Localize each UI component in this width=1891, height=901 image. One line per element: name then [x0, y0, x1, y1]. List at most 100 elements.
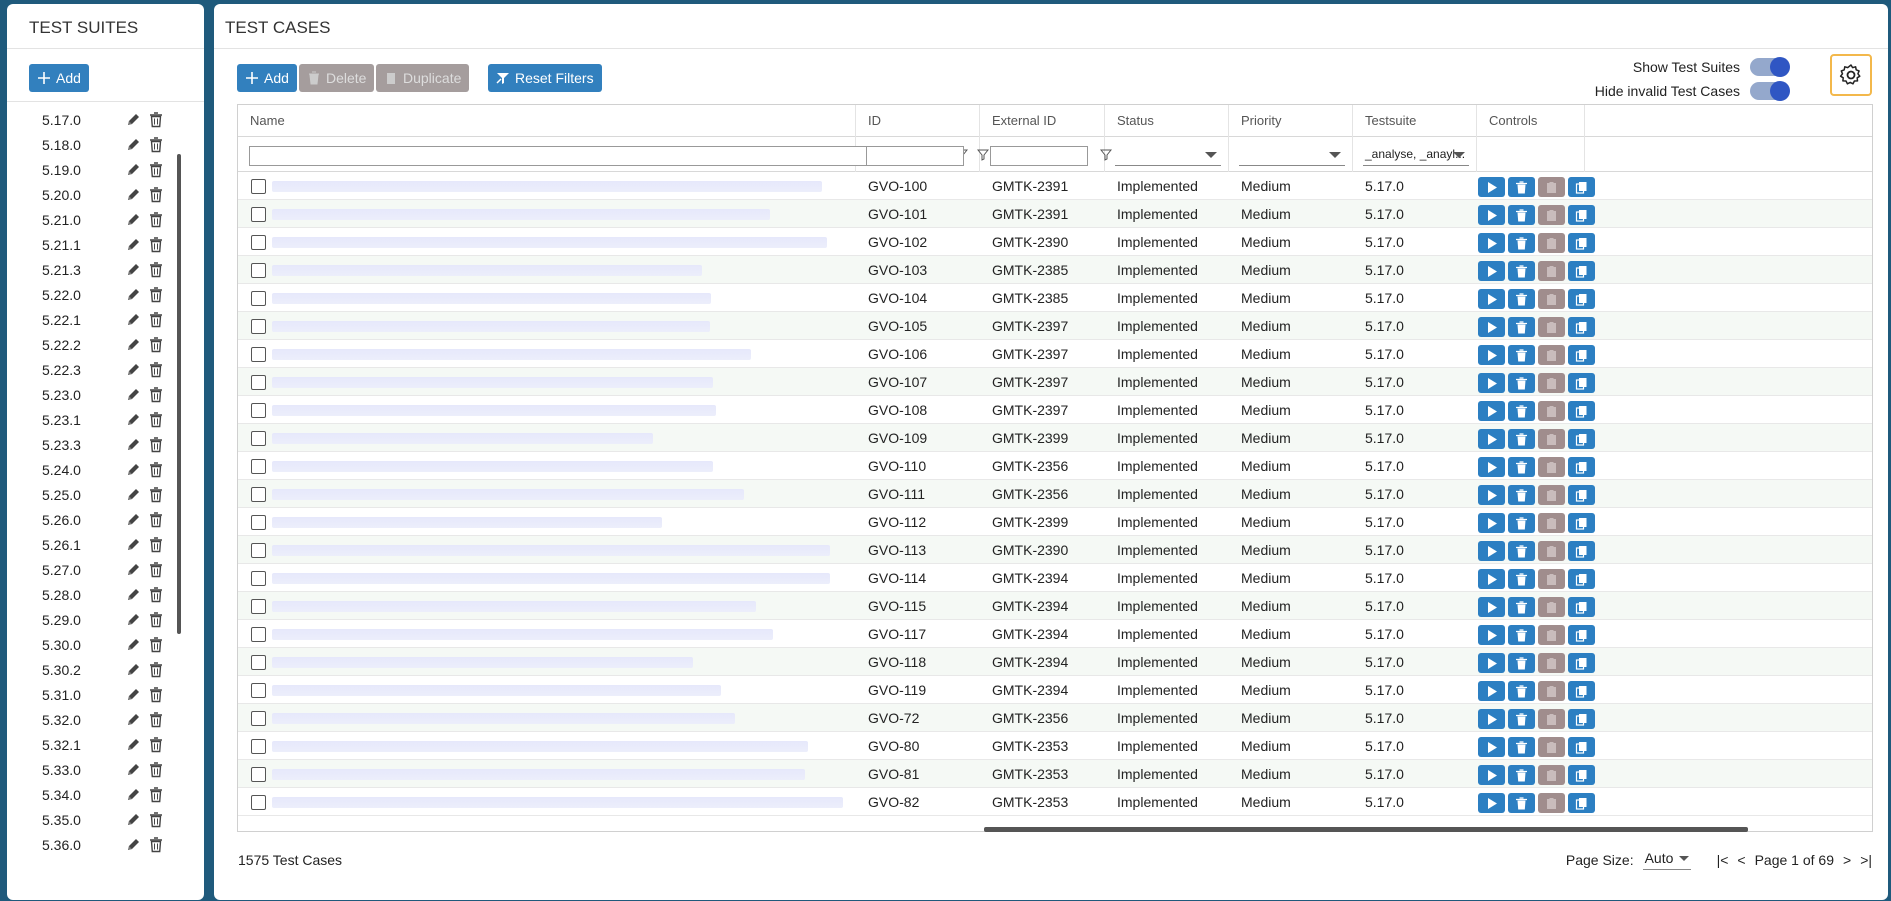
- copy-row-button[interactable]: [1568, 345, 1595, 365]
- suite-list-item[interactable]: 5.35.0: [7, 807, 204, 832]
- table-row[interactable]: GVO-106 GMTK-2397 Implemented Medium 5.17.0: [238, 340, 1872, 368]
- trash-icon[interactable]: [149, 312, 163, 328]
- pencil-icon[interactable]: [125, 287, 141, 303]
- copy-row-button[interactable]: [1568, 709, 1595, 729]
- reset-filters-button[interactable]: Reset Filters: [488, 64, 602, 92]
- table-row[interactable]: GVO-110 GMTK-2356 Implemented Medium 5.17.0: [238, 452, 1872, 480]
- paste-row-button[interactable]: [1538, 513, 1565, 533]
- add-case-button[interactable]: Add: [237, 64, 297, 92]
- trash-icon[interactable]: [149, 212, 163, 228]
- pencil-icon[interactable]: [125, 612, 141, 628]
- trash-icon[interactable]: [149, 762, 163, 778]
- copy-row-button[interactable]: [1568, 765, 1595, 785]
- table-row[interactable]: GVO-115 GMTK-2394 Implemented Medium 5.17.0: [238, 592, 1872, 620]
- run-button[interactable]: [1478, 373, 1505, 393]
- table-row[interactable]: GVO-119 GMTK-2394 Implemented Medium 5.17.0: [238, 676, 1872, 704]
- suite-list-item[interactable]: 5.21.3: [7, 257, 204, 282]
- suite-list-item[interactable]: 5.32.0: [7, 707, 204, 732]
- suite-list-item[interactable]: 5.28.0: [7, 582, 204, 607]
- pencil-icon[interactable]: [125, 437, 141, 453]
- pencil-icon[interactable]: [125, 562, 141, 578]
- pencil-icon[interactable]: [125, 487, 141, 503]
- pencil-icon[interactable]: [125, 687, 141, 703]
- run-button[interactable]: [1478, 429, 1505, 449]
- row-checkbox[interactable]: [251, 711, 266, 726]
- paste-row-button[interactable]: [1538, 541, 1565, 561]
- run-button[interactable]: [1478, 345, 1505, 365]
- external-id-filter-input[interactable]: [990, 146, 1088, 166]
- trash-icon[interactable]: [149, 787, 163, 803]
- suite-list-item[interactable]: 5.22.1: [7, 307, 204, 332]
- page-size-select[interactable]: Auto: [1642, 850, 1691, 870]
- table-row[interactable]: GVO-103 GMTK-2385 Implemented Medium 5.17.0: [238, 256, 1872, 284]
- suite-list-item[interactable]: 5.26.0: [7, 507, 204, 532]
- delete-row-button[interactable]: [1508, 569, 1535, 589]
- delete-row-button[interactable]: [1508, 205, 1535, 225]
- trash-icon[interactable]: [149, 662, 163, 678]
- trash-icon[interactable]: [149, 587, 163, 603]
- trash-icon[interactable]: [149, 687, 163, 703]
- run-button[interactable]: [1478, 737, 1505, 757]
- table-row[interactable]: GVO-72 GMTK-2356 Implemented Medium 5.17.0: [238, 704, 1872, 732]
- pencil-icon[interactable]: [125, 712, 141, 728]
- run-button[interactable]: [1478, 793, 1505, 813]
- trash-icon[interactable]: [149, 837, 163, 853]
- run-button[interactable]: [1478, 261, 1505, 281]
- table-row[interactable]: GVO-100 GMTK-2391 Implemented Medium 5.17.0: [238, 172, 1872, 200]
- pencil-icon[interactable]: [125, 212, 141, 228]
- trash-icon[interactable]: [149, 737, 163, 753]
- paste-row-button[interactable]: [1538, 737, 1565, 757]
- row-checkbox[interactable]: [251, 487, 266, 502]
- column-header-priority[interactable]: Priority: [1229, 105, 1353, 137]
- trash-icon[interactable]: [149, 612, 163, 628]
- row-checkbox[interactable]: [251, 795, 266, 810]
- paste-row-button[interactable]: [1538, 597, 1565, 617]
- column-header-name[interactable]: Name: [238, 105, 856, 137]
- paste-row-button[interactable]: [1538, 793, 1565, 813]
- paste-row-button[interactable]: [1538, 373, 1565, 393]
- row-checkbox[interactable]: [251, 375, 266, 390]
- pencil-icon[interactable]: [125, 112, 141, 128]
- suite-list-item[interactable]: 5.30.0: [7, 632, 204, 657]
- pencil-icon[interactable]: [125, 162, 141, 178]
- row-checkbox[interactable]: [251, 347, 266, 362]
- run-button[interactable]: [1478, 317, 1505, 337]
- table-row[interactable]: GVO-105 GMTK-2397 Implemented Medium 5.17.0: [238, 312, 1872, 340]
- delete-row-button[interactable]: [1508, 625, 1535, 645]
- row-checkbox[interactable]: [251, 515, 266, 530]
- delete-row-button[interactable]: [1508, 261, 1535, 281]
- pencil-icon[interactable]: [125, 462, 141, 478]
- first-page-button[interactable]: |<: [1717, 852, 1729, 868]
- suite-list-item[interactable]: 5.26.1: [7, 532, 204, 557]
- run-button[interactable]: [1478, 289, 1505, 309]
- suite-list-item[interactable]: 5.29.0: [7, 607, 204, 632]
- table-row[interactable]: GVO-118 GMTK-2394 Implemented Medium 5.17.0: [238, 648, 1872, 676]
- pencil-icon[interactable]: [125, 637, 141, 653]
- table-row[interactable]: GVO-82 GMTK-2353 Implemented Medium 5.17.0: [238, 788, 1872, 816]
- paste-row-button[interactable]: [1538, 709, 1565, 729]
- table-row[interactable]: GVO-80 GMTK-2353 Implemented Medium 5.17.0: [238, 732, 1872, 760]
- copy-row-button[interactable]: [1568, 205, 1595, 225]
- pencil-icon[interactable]: [125, 837, 141, 853]
- run-button[interactable]: [1478, 233, 1505, 253]
- row-checkbox[interactable]: [251, 739, 266, 754]
- row-checkbox[interactable]: [251, 431, 266, 446]
- trash-icon[interactable]: [149, 537, 163, 553]
- suite-list-item[interactable]: 5.25.0: [7, 482, 204, 507]
- id-filter-input[interactable]: [866, 146, 964, 166]
- trash-icon[interactable]: [149, 437, 163, 453]
- pencil-icon[interactable]: [125, 662, 141, 678]
- pencil-icon[interactable]: [125, 362, 141, 378]
- row-checkbox[interactable]: [251, 403, 266, 418]
- paste-row-button[interactable]: [1538, 457, 1565, 477]
- run-button[interactable]: [1478, 513, 1505, 533]
- row-checkbox[interactable]: [251, 599, 266, 614]
- table-row[interactable]: GVO-104 GMTK-2385 Implemented Medium 5.17.0: [238, 284, 1872, 312]
- copy-row-button[interactable]: [1568, 681, 1595, 701]
- add-suite-button[interactable]: Add: [29, 64, 89, 92]
- table-row[interactable]: GVO-114 GMTK-2394 Implemented Medium 5.17.0: [238, 564, 1872, 592]
- paste-row-button[interactable]: [1538, 177, 1565, 197]
- table-row[interactable]: GVO-117 GMTK-2394 Implemented Medium 5.17.0: [238, 620, 1872, 648]
- copy-row-button[interactable]: [1568, 401, 1595, 421]
- copy-row-button[interactable]: [1568, 485, 1595, 505]
